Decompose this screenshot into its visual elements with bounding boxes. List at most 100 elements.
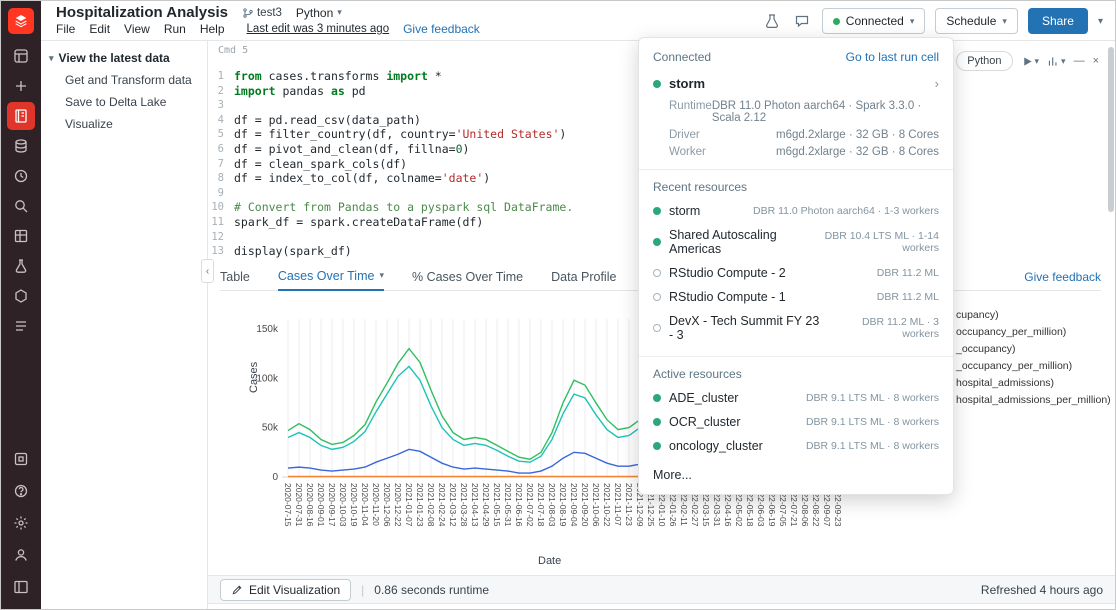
status-running-dot	[653, 418, 661, 426]
resource-item[interactable]: ADE_clusterDBR 9.1 LTS ML · 8 workers	[639, 386, 953, 410]
svg-text:2021-09-20: 2021-09-20	[580, 483, 590, 527]
notebook-language-selector[interactable]: Python ▾	[296, 6, 342, 20]
svg-text:2020-12-22: 2020-12-22	[393, 483, 403, 527]
cell-runtime-text: 0.86 seconds runtime	[374, 583, 489, 597]
run-cell-button[interactable]: ▾	[1021, 55, 1040, 68]
notebook-scrollbar[interactable]	[1107, 43, 1114, 569]
menu-run[interactable]: Run	[164, 22, 186, 36]
line-number: 7	[208, 157, 234, 172]
legend-item[interactable]: hospital_admissions)	[956, 375, 1111, 392]
sidebar-icon-experiments[interactable]	[7, 252, 35, 280]
chevron-expanded-icon: ▾	[49, 53, 54, 64]
legend-item[interactable]: _occupancy)	[956, 341, 1111, 358]
legend-item[interactable]: cupancy)	[956, 307, 1111, 324]
toc-root-item[interactable]: ▾ View the latest data	[41, 41, 207, 69]
give-feedback-link[interactable]: Give feedback	[403, 22, 480, 36]
svg-text:2020-07-15: 2020-07-15	[283, 483, 293, 527]
resource-item[interactable]: RStudio Compute - 2DBR 11.2 ML	[639, 261, 953, 285]
results-give-feedback-link[interactable]: Give feedback	[1024, 270, 1101, 284]
legend-item[interactable]: hospital_admissions_per_million)	[956, 392, 1111, 409]
resource-item[interactable]: oncology_clusterDBR 9.1 LTS ML · 8 worke…	[639, 434, 953, 458]
tab-data-profile[interactable]: Data Profile	[551, 263, 616, 291]
toc-item[interactable]: Get and Transform data	[41, 69, 207, 91]
menu-help[interactable]: Help	[200, 22, 225, 36]
sidebar-icon-workspace[interactable]	[7, 42, 35, 70]
resource-item[interactable]: OCR_clusterDBR 9.1 LTS ML · 8 workers	[639, 410, 953, 434]
line-number: 8	[208, 171, 234, 186]
databricks-notebook-window: Hospitalization Analysis test3 Python ▾ …	[0, 0, 1116, 610]
resource-detail: DBR 10.4 LTS ML · 1-14 workers	[812, 230, 939, 254]
sidebar-icon-recents[interactable]	[7, 162, 35, 190]
resource-section: Active resourcesADE_clusterDBR 9.1 LTS M…	[639, 356, 953, 458]
cell-language-pill[interactable]: Python	[956, 51, 1012, 71]
more-link[interactable]: More...	[639, 458, 953, 490]
sidebar-icon-compute[interactable]	[7, 445, 35, 473]
cell-close-button[interactable]: ×	[1093, 55, 1099, 67]
sidebar-icon-search[interactable]	[7, 192, 35, 220]
line-number: 13	[208, 244, 234, 259]
sidebar-icon-notebook[interactable]	[7, 102, 35, 130]
resource-item[interactable]: DevX - Tech Summit FY 23 - 3DBR 11.2 ML …	[639, 309, 953, 347]
resource-name: ADE_cluster	[669, 391, 738, 405]
sidebar-icon-account[interactable]	[7, 541, 35, 569]
cluster-detail-runtime: RuntimeDBR 11.0 Photon aarch64 · Spark 3…	[639, 97, 953, 126]
sidebar-icon-panel[interactable]	[7, 573, 35, 601]
cell-minimize-button[interactable]: —	[1074, 55, 1085, 67]
toc-item[interactable]: Visualize	[41, 113, 207, 135]
connected-label: Connected	[846, 14, 904, 28]
footer-separator: |	[361, 583, 364, 597]
resource-item[interactable]: Shared Autoscaling AmericasDBR 10.4 LTS …	[639, 223, 953, 261]
menu-edit[interactable]: Edit	[89, 22, 110, 36]
git-branch-selector[interactable]: test3	[242, 7, 282, 19]
attached-cluster-name: storm	[669, 76, 705, 91]
resource-item[interactable]: RStudio Compute - 1DBR 11.2 ML	[639, 285, 953, 309]
databricks-logo-icon[interactable]	[8, 8, 34, 34]
sidebar-icon-create[interactable]	[7, 72, 35, 100]
refreshed-status: Refreshed 4 hours ago	[981, 583, 1103, 597]
legend-item[interactable]: occupancy_per_million)	[956, 324, 1111, 341]
svg-text:2020-09-01: 2020-09-01	[316, 483, 326, 527]
share-button[interactable]: Share	[1028, 8, 1088, 34]
svg-text:2020-10-03: 2020-10-03	[338, 483, 348, 527]
scrollbar-thumb[interactable]	[1108, 47, 1114, 212]
svg-text:2020-11-20: 2020-11-20	[371, 483, 381, 526]
cluster-dropdown-panel: Connected Go to last run cell storm › Ru…	[638, 37, 954, 495]
sidebar-icon-catalog[interactable]	[7, 222, 35, 250]
toc-collapse-handle[interactable]: ‹	[201, 259, 214, 283]
edit-visualization-button[interactable]: Edit Visualization	[220, 579, 351, 601]
svg-text:2021-08-19: 2021-08-19	[558, 483, 568, 527]
resource-item[interactable]: stormDBR 11.0 Photon aarch64 · 1-3 worke…	[639, 199, 953, 223]
tab--cases-over-time[interactable]: % Cases Over Time	[412, 263, 523, 291]
comments-icon[interactable]	[792, 11, 812, 31]
go-to-last-run-cell-link[interactable]: Go to last run cell	[846, 50, 939, 64]
attached-cluster-row[interactable]: storm ›	[639, 72, 953, 97]
notebook-header: Hospitalization Analysis test3 Python ▾ …	[41, 1, 1115, 41]
legend-item[interactable]: _occupancy_per_million)	[956, 358, 1111, 375]
svg-text:2021-01-07: 2021-01-07	[404, 483, 414, 527]
line-number: 10	[208, 200, 234, 215]
chevron-down-icon: ▾	[379, 270, 384, 281]
header-more-chevron-icon[interactable]: ▾	[1098, 16, 1103, 27]
tab-table[interactable]: Table	[220, 263, 250, 291]
toc-item[interactable]: Save to Delta Lake	[41, 91, 207, 113]
cluster-detail-driver: Driverm6gd.2xlarge · 32 GB · 8 Cores	[639, 126, 953, 143]
cell-chart-button[interactable]: ▾	[1047, 55, 1066, 68]
connected-cluster-dropdown[interactable]: Connected ▾	[822, 8, 926, 34]
sidebar-icon-models[interactable]	[7, 282, 35, 310]
menu-file[interactable]: File	[56, 22, 75, 36]
cluster-running-dot	[653, 80, 661, 88]
sidebar-icon-data[interactable]	[7, 132, 35, 160]
sidebar-icon-queries[interactable]	[7, 312, 35, 340]
last-edit-link[interactable]: Last edit was 3 minutes ago	[247, 23, 390, 35]
status-stopped-dot	[653, 269, 661, 277]
status-running-dot	[653, 207, 661, 215]
tab-cases-over-time[interactable]: Cases Over Time▾	[278, 263, 384, 291]
menu-view[interactable]: View	[124, 22, 150, 36]
sidebar-icon-settings[interactable]	[7, 509, 35, 537]
line-number: 3	[208, 98, 234, 113]
sidebar-icon-help[interactable]	[7, 477, 35, 505]
branch-name: test3	[257, 7, 282, 19]
schedule-button[interactable]: Schedule ▾	[935, 8, 1018, 34]
chart-legend: cupancy)occupancy_per_million)_occupancy…	[956, 307, 1111, 409]
experiments-icon[interactable]	[762, 11, 782, 31]
